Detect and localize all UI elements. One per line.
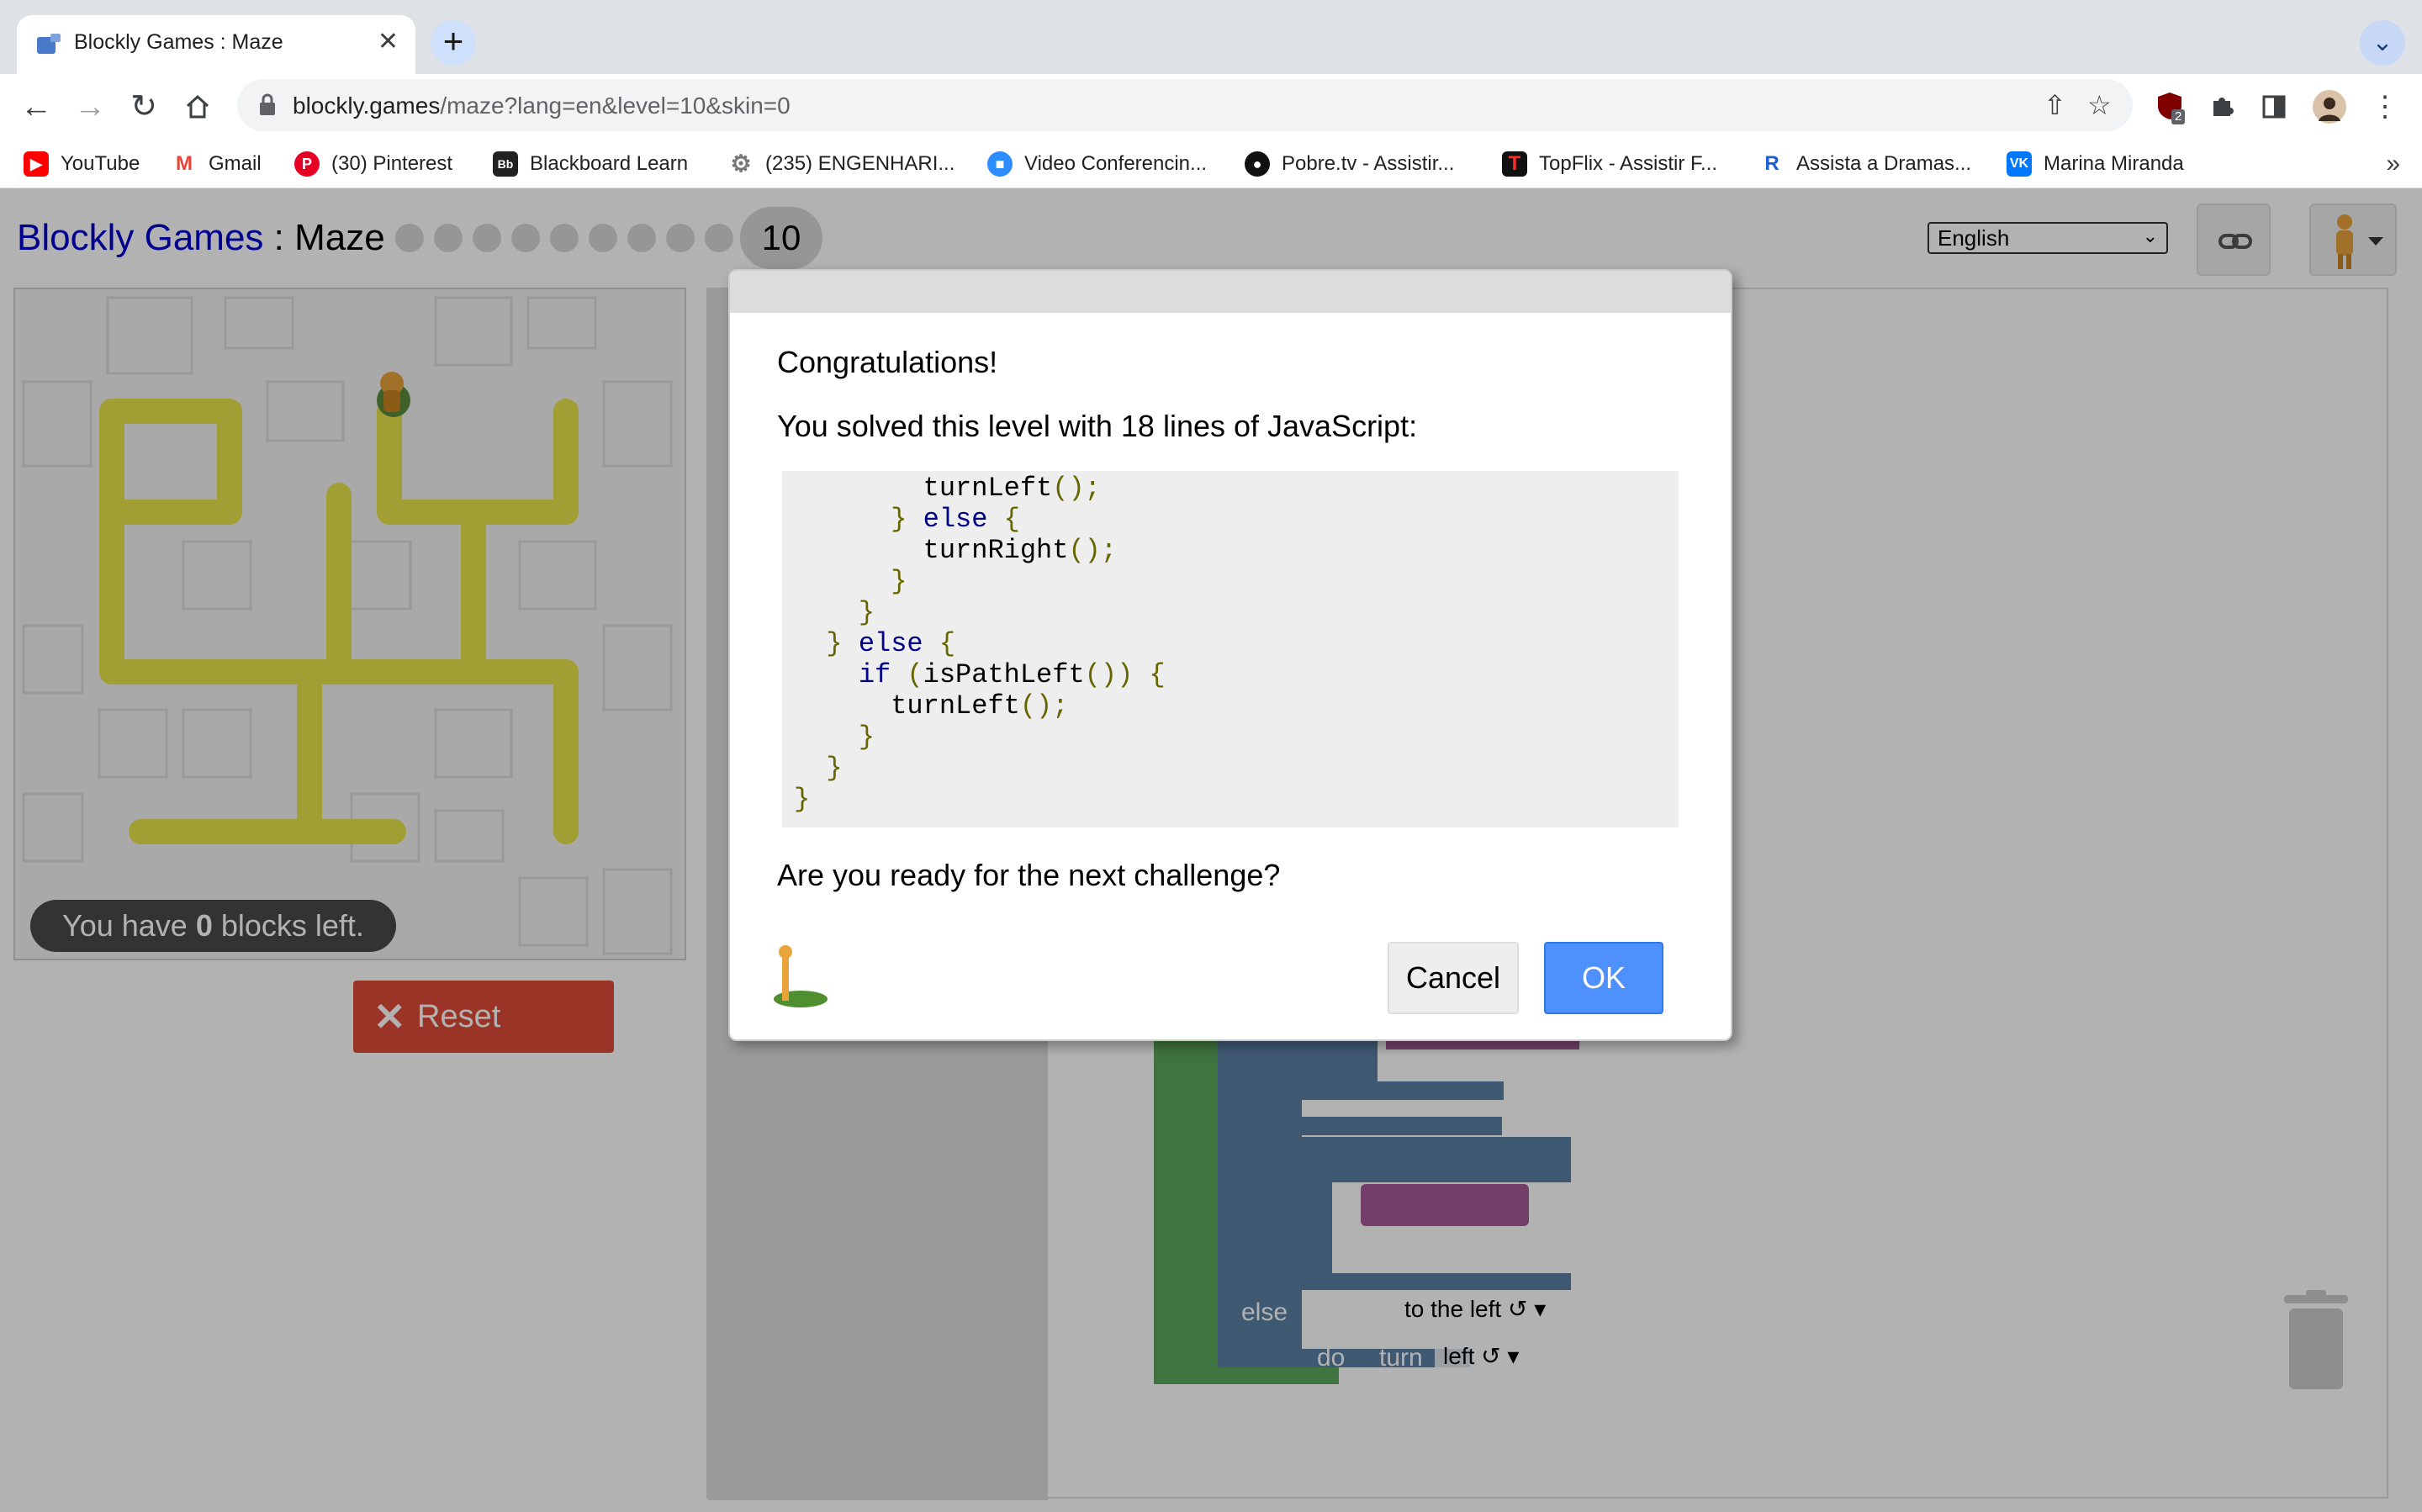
bookmark-label: Pobre.tv - Assistir... [1282, 152, 1455, 175]
vk-icon: VK [2007, 151, 2032, 177]
code-token: ()) { [1084, 659, 1166, 690]
tab-close-icon[interactable]: ✕ [378, 27, 399, 56]
code-token: } [794, 784, 811, 815]
r-icon: R [1759, 151, 1785, 177]
code-line: } else { [794, 628, 955, 659]
cancel-button[interactable]: Cancel [1388, 942, 1519, 1014]
bookmark-blackboard[interactable]: Bb Blackboard Learn [493, 146, 688, 182]
code-token: else [923, 504, 988, 535]
bookmark-pinterest[interactable]: P (30) Pinterest [294, 146, 452, 182]
reload-icon[interactable]: ↻ [121, 84, 167, 130]
code-token: } [826, 753, 843, 784]
tab-title: Blockly Games : Maze [74, 30, 283, 54]
home-icon[interactable] [175, 84, 220, 130]
reading-list-icon[interactable] [2254, 86, 2294, 128]
url-path: /maze?lang=en&level=10&skin=0 [440, 93, 791, 119]
code-line: turnRight(); [794, 535, 1117, 566]
bookmark-vk[interactable]: VK Marina Miranda [2007, 146, 2184, 182]
code-token: isPathLeft [923, 659, 1085, 690]
dialog-question: Are you ready for the next challenge? [777, 858, 1281, 892]
topflix-icon: T [1502, 151, 1527, 177]
code-line: turnLeft(); [794, 473, 1101, 504]
browser-tab-active[interactable]: Blockly Games : Maze ✕ [17, 15, 415, 74]
blackboard-icon: Bb [493, 151, 518, 177]
ublock-extension-icon[interactable]: 2 [2150, 86, 2190, 128]
address-bar[interactable]: blockly.games/maze?lang=en&level=10&skin… [237, 79, 2133, 131]
zoom-icon: ■ [987, 151, 1013, 177]
code-token: } [891, 566, 907, 597]
youtube-icon: ▶ [24, 151, 49, 177]
browser-tab-strip: Blockly Games : Maze ✕ + ⌄ [0, 0, 2422, 74]
code-token: { [923, 628, 956, 659]
code-token: (); [1019, 690, 1069, 722]
code-token: { [987, 504, 1020, 535]
profile-avatar-icon[interactable] [2309, 86, 2350, 128]
forward-arrow-icon[interactable]: → [67, 84, 113, 130]
code-token: (); [1052, 473, 1101, 504]
bookmarks-bar: ▶ YouTube M Gmail P (30) Pinterest Bb Blackb… [0, 140, 2422, 188]
blockly-favicon-icon [37, 34, 61, 54]
pegman-flag-icon [774, 945, 828, 1007]
bookmark-label: Blackboard Learn [530, 152, 689, 175]
url-text: blockly.games/maze?lang=en&level=10&skin… [293, 93, 791, 119]
bookmark-label: (235) ENGENHARI... [765, 152, 955, 175]
gear-icon: ⚙ [728, 151, 754, 177]
extension-badge: 2 [2171, 109, 2186, 124]
code-line: } [794, 784, 810, 815]
back-arrow-icon[interactable]: ← [13, 84, 59, 130]
bookmarks-overflow-icon[interactable]: » [2386, 150, 2400, 178]
code-token: turnRight [923, 535, 1069, 566]
code-line: } [794, 722, 875, 753]
blockly-maze-page: Blockly Games : Maze 10 English ⌄ You ha… [0, 188, 2422, 1512]
bookmark-engenharia[interactable]: ⚙ (235) ENGENHARI... [728, 146, 955, 182]
ok-button[interactable]: OK [1544, 942, 1663, 1014]
bookmark-zoom[interactable]: ■ Video Conferencin... [987, 146, 1207, 182]
share-icon[interactable]: ⇧ [2044, 89, 2066, 121]
bookmark-star-icon[interactable]: ☆ [2087, 89, 2112, 121]
bookmark-label: Assista a Dramas... [1796, 152, 1972, 175]
bookmark-label: Gmail [209, 152, 262, 175]
code-line: } [794, 597, 875, 628]
lock-icon [260, 93, 275, 115]
code-line: turnLeft(); [794, 690, 1068, 722]
code-line: if (isPathLeft()) { [794, 659, 1166, 690]
bookmark-gmail[interactable]: M Gmail [172, 146, 262, 182]
new-tab-button[interactable]: + [431, 20, 476, 66]
bookmark-label: Marina Miranda [2044, 152, 2184, 175]
code-token: turnLeft [891, 690, 1020, 722]
dialog-summary: You solved this level with 18 lines of J… [777, 409, 1418, 443]
bookmark-youtube[interactable]: ▶ YouTube [24, 146, 140, 182]
code-line: } else { [794, 504, 1020, 535]
bookmark-label: (30) Pinterest [331, 152, 453, 175]
code-token: } [826, 628, 859, 659]
dialog-title: Congratulations! [777, 345, 998, 379]
bookmark-dramas[interactable]: R Assista a Dramas... [1759, 146, 1971, 182]
pinterest-icon: P [294, 151, 320, 177]
code-token: } [858, 597, 875, 628]
dialog-header[interactable] [730, 271, 1731, 313]
extensions-puzzle-icon[interactable] [2202, 86, 2242, 128]
url-host: blockly.games [293, 93, 441, 119]
bookmark-topflix[interactable]: T TopFlix - Assistir F... [1502, 146, 1717, 182]
tab-search-button[interactable]: ⌄ [2360, 20, 2405, 66]
code-line: } [794, 753, 843, 784]
gmail-icon: M [172, 151, 197, 177]
code-token: (); [1068, 535, 1118, 566]
code-token: } [891, 504, 923, 535]
bookmark-label: Video Conferencin... [1024, 152, 1208, 175]
code-token: } [858, 722, 875, 753]
browser-toolbar: ← → ↻ blockly.games/maze?lang=en&level=1… [0, 74, 2422, 140]
code-token: if [858, 659, 891, 690]
code-token: else [858, 628, 923, 659]
code-listing: turnLeft(); } else { turnRight(); } } } … [782, 471, 1679, 827]
code-token: turnLeft [923, 473, 1053, 504]
bookmark-label: TopFlix - Assistir F... [1539, 152, 1718, 175]
bookmark-pobretv[interactable]: ● Pobre.tv - Assistir... [1245, 146, 1454, 182]
code-line: } [794, 566, 907, 597]
browser-menu-icon[interactable]: ⋮ [2365, 86, 2405, 128]
pobretv-icon: ● [1245, 151, 1270, 177]
bookmark-label: YouTube [61, 152, 140, 175]
code-token: ( [891, 659, 923, 690]
congratulations-dialog: Congratulations! You solved this level w… [728, 269, 1732, 1041]
